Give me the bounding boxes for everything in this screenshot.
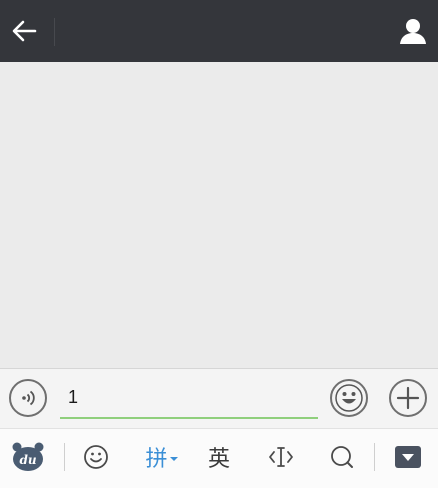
ime-search-button[interactable] [326, 439, 358, 475]
ime-hide-keyboard-button[interactable] [392, 439, 424, 475]
baidu-ime-logo-button[interactable]: du [10, 439, 46, 475]
ime-english-label: 英 [207, 447, 230, 472]
profile-button[interactable] [396, 14, 430, 48]
arrow-left-icon [12, 20, 37, 42]
person-icon [400, 19, 426, 44]
ime-cursor-button[interactable] [264, 439, 298, 475]
chat-message-area[interactable] [0, 62, 438, 368]
voice-wave-icon [22, 390, 35, 406]
ime-emoji-button[interactable] [80, 439, 112, 475]
baidu-bear-logo-icon: du [12, 442, 44, 471]
logo-text: du [19, 453, 36, 467]
ime-toolbar: du 拼 英 [0, 428, 438, 488]
back-button[interactable] [8, 14, 40, 48]
more-actions-button[interactable] [389, 379, 427, 417]
plus-icon [396, 386, 420, 410]
ime-separator [374, 443, 375, 471]
ime-separator [64, 443, 65, 471]
header-divider [54, 18, 55, 46]
smiley-outline-icon [84, 445, 108, 469]
message-composer: 1 [0, 368, 438, 428]
message-input-value: 1 [68, 387, 79, 407]
top-bar [0, 0, 438, 62]
smiley-icon [335, 384, 363, 412]
keyboard-hide-icon [395, 446, 421, 468]
voice-input-button[interactable] [9, 379, 47, 417]
caret-down-icon [169, 457, 178, 461]
text-cursor-icon [269, 447, 293, 467]
emoji-button[interactable] [330, 379, 368, 417]
ime-english-button[interactable]: 英 [202, 439, 236, 475]
ime-pinyin-label: 拼 [145, 447, 168, 472]
ime-pinyin-button[interactable]: 拼 [140, 439, 184, 475]
message-input[interactable]: 1 [60, 381, 318, 419]
search-icon [331, 446, 353, 468]
